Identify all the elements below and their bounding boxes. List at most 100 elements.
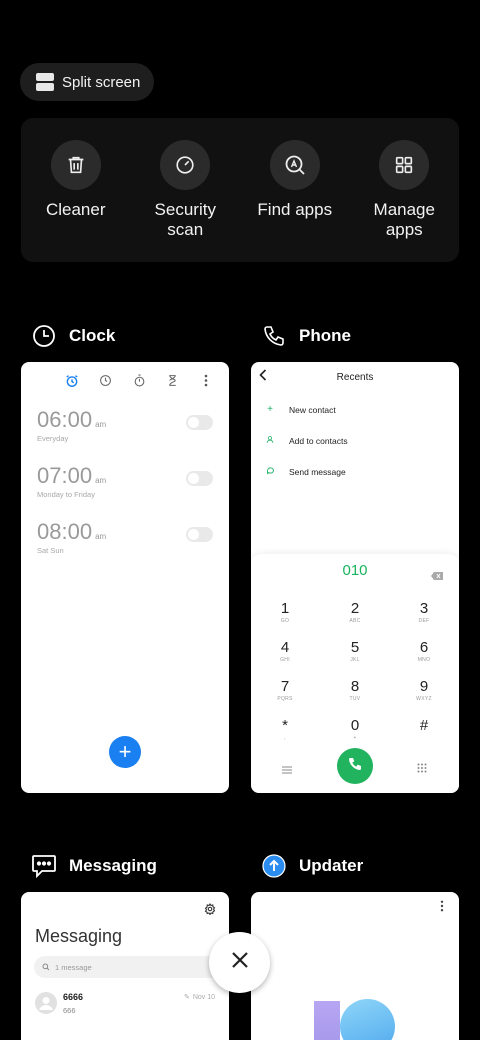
split-screen-button[interactable]: Split screen	[20, 63, 154, 101]
dial-key-9[interactable]: 9 WXYZ	[394, 678, 454, 702]
key-digit: 0	[350, 717, 360, 734]
alarm-item[interactable]: 08:00 am Sat Sun	[37, 519, 213, 555]
alarm-icon[interactable]	[65, 374, 79, 388]
message-search-input[interactable]: 1 message	[34, 956, 224, 978]
plus-icon: +	[118, 739, 132, 764]
quick-tools-panel: Cleaner Security scan Find apps Manage a…	[21, 118, 459, 262]
dial-key-6[interactable]: 6 MNO	[394, 639, 454, 663]
find-apps-button[interactable]: Find apps	[240, 118, 350, 262]
backspace-icon[interactable]	[431, 567, 443, 585]
world-clock-icon[interactable]	[99, 374, 113, 388]
call-icon	[347, 756, 363, 777]
alarm-item[interactable]: 06:00 am Everyday	[37, 407, 213, 443]
add-to-contacts-label: Add to contacts	[289, 435, 348, 446]
dialpad-toggle-icon[interactable]	[417, 760, 427, 778]
updater-app-card[interactable]	[251, 892, 459, 1040]
phone-app-card[interactable]: Recents + New contact Add to contacts Se…	[251, 362, 459, 793]
alarm-time: 08:00	[37, 519, 93, 544]
call-button[interactable]	[337, 748, 373, 784]
messaging-app-title[interactable]: Messaging	[31, 853, 157, 879]
alarm-time: 07:00	[37, 463, 93, 488]
conversation-name: 6666	[63, 992, 84, 1002]
messaging-icon	[31, 853, 57, 879]
back-icon[interactable]	[259, 368, 267, 386]
dial-key-8[interactable]: 8 TUV	[325, 678, 385, 702]
alarm-repeat: Sat Sun	[37, 546, 64, 555]
manage-apps-button[interactable]: Manage apps	[350, 118, 460, 262]
key-digit: 6	[419, 639, 429, 656]
updater-title-label: Updater	[299, 856, 364, 875]
menu-icon[interactable]	[282, 761, 292, 779]
key-letters: ABC	[349, 618, 361, 624]
key-digit: 4	[280, 639, 290, 656]
split-screen-label: Split screen	[62, 73, 141, 91]
send-message-action[interactable]: Send message	[251, 456, 459, 487]
trash-icon	[50, 140, 101, 190]
dial-key-4[interactable]: 4 GHI	[255, 639, 315, 663]
conversation-date-label: Nov 10	[192, 994, 215, 1001]
new-contact-action[interactable]: + New contact	[251, 394, 459, 425]
key-digit: 8	[350, 678, 360, 695]
messaging-app-card[interactable]: Messaging 1 message 6666 666 ✎ Nov 10	[21, 892, 229, 1040]
dialpad: 010 1 GO 2 ABC 3 DEF 4 GHI 5 JKL 6 MNO 7 PQRS 8…	[251, 554, 459, 793]
key-digit: 1	[280, 600, 290, 617]
alarm-toggle[interactable]	[186, 527, 213, 542]
close-icon	[231, 951, 249, 974]
key-letters: MNO	[417, 657, 431, 663]
key-digit: 3	[419, 600, 429, 617]
alarm-ampm: am	[95, 476, 107, 485]
conversation-preview: 666	[63, 1006, 76, 1015]
more-icon[interactable]	[199, 374, 213, 388]
timer-icon[interactable]	[166, 374, 180, 388]
phone-header: Recents	[251, 362, 459, 392]
key-letters: GHI	[280, 657, 290, 663]
key-digit: 5	[350, 639, 360, 656]
alarm-ampm: am	[95, 420, 107, 429]
add-to-contacts-action[interactable]: Add to contacts	[251, 425, 459, 456]
cleaner-button[interactable]: Cleaner	[21, 118, 131, 262]
key-digit: 9	[419, 678, 429, 695]
phone-title-label: Phone	[299, 326, 351, 345]
dial-key-star[interactable]: *,	[255, 717, 315, 741]
key-letters: JKL	[350, 657, 360, 663]
close-all-button[interactable]	[209, 932, 270, 993]
alarm-toggle[interactable]	[186, 415, 213, 430]
alarm-item[interactable]: 07:00 am Monday to Friday	[37, 463, 213, 499]
messaging-title-label: Messaging	[69, 856, 157, 875]
clock-title-label: Clock	[69, 326, 116, 345]
dial-key-1[interactable]: 1 GO	[255, 600, 315, 624]
search-placeholder: 1 message	[55, 962, 92, 972]
key-letters: DEF	[418, 618, 430, 624]
search-icon	[42, 963, 50, 971]
security-scan-label: Security scan	[154, 200, 216, 239]
conversation-date: ✎ Nov 10	[184, 993, 215, 1001]
clock-app-card[interactable]: 06:00 am Everyday 07:00 am Monday to Frida…	[21, 362, 229, 793]
miui-logo	[314, 999, 396, 1040]
security-scan-button[interactable]: Security scan	[131, 118, 241, 262]
key-digit: #	[419, 717, 429, 734]
clock-app-title[interactable]: Clock	[31, 323, 115, 349]
phone-icon	[261, 323, 287, 349]
grid-icon	[379, 140, 430, 190]
add-alarm-button[interactable]: +	[109, 736, 141, 768]
clock-tab-bar	[21, 362, 229, 390]
key-digit: 7	[280, 678, 290, 695]
more-icon[interactable]	[440, 899, 444, 917]
updater-app-title[interactable]: Updater	[261, 853, 363, 879]
settings-icon[interactable]	[204, 902, 216, 920]
conversation-item[interactable]: 6666 666 ✎ Nov 10	[35, 992, 215, 1016]
dial-key-0[interactable]: 0 +	[325, 717, 385, 741]
dial-key-7[interactable]: 7 PQRS	[255, 678, 315, 702]
key-letters: +	[353, 735, 357, 741]
updater-icon	[261, 853, 287, 879]
dial-key-2[interactable]: 2 ABC	[325, 600, 385, 624]
alarm-repeat: Monday to Friday	[37, 490, 95, 499]
alarm-toggle[interactable]	[186, 471, 213, 486]
dial-key-3[interactable]: 3 DEF	[394, 600, 454, 624]
dial-key-5[interactable]: 5 JKL	[325, 639, 385, 663]
key-letters: ,	[284, 735, 286, 741]
stopwatch-icon[interactable]	[132, 374, 146, 388]
person-icon	[265, 435, 275, 447]
dial-key-hash[interactable]: #	[394, 717, 454, 735]
phone-app-title[interactable]: Phone	[261, 323, 351, 349]
